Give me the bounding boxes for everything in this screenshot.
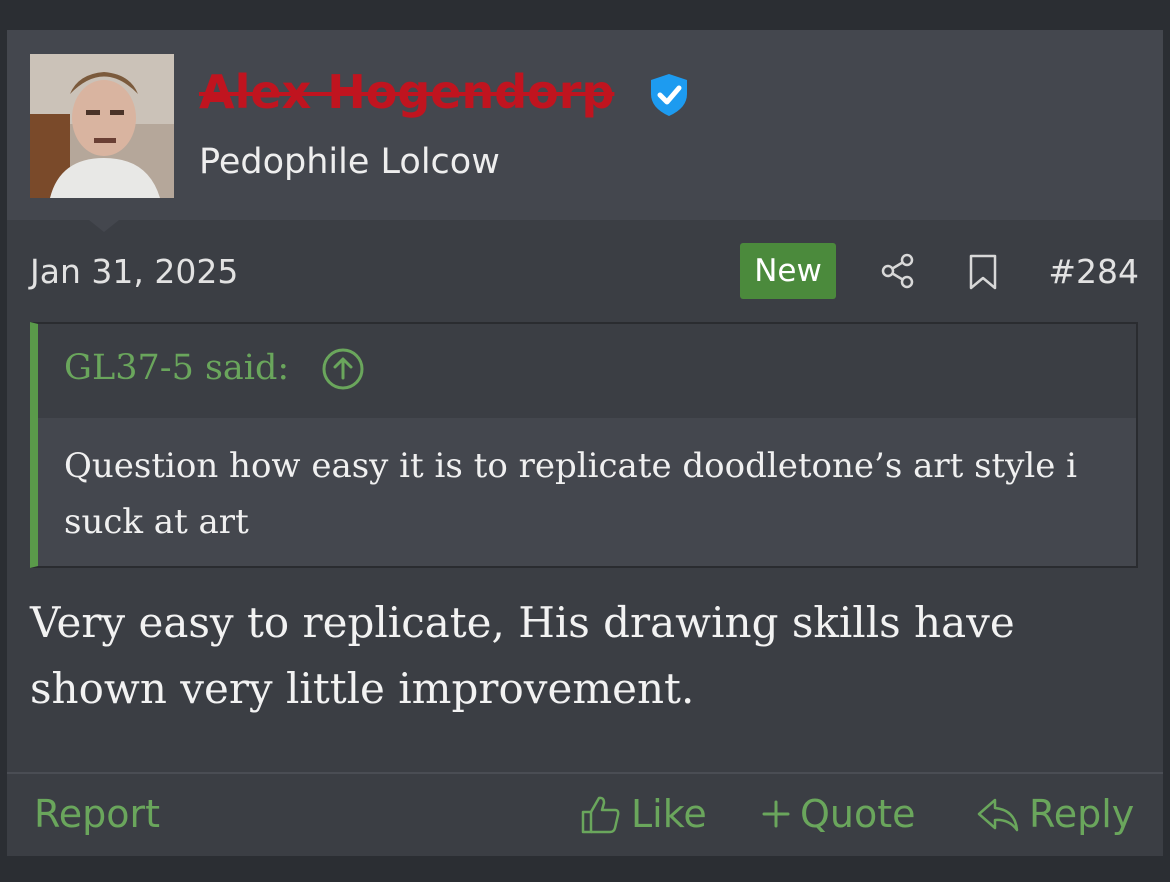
avatar[interactable] [30, 54, 174, 198]
share-icon[interactable] [879, 252, 917, 290]
quote-label: Quote [800, 792, 916, 836]
quote-jump-icon[interactable] [320, 346, 366, 392]
quote-plus-icon [762, 800, 790, 828]
forum-post: Alex Hogendorp Pedophile Lolcow Jan 31, … [7, 30, 1163, 856]
report-button[interactable]: Report [34, 792, 160, 836]
reply-label: Reply [1029, 792, 1135, 836]
post-message: Very easy to replicate, His drawing skil… [30, 598, 1015, 713]
verified-icon [651, 74, 687, 116]
username-link[interactable]: Alex Hogendorp [199, 62, 614, 122]
like-button[interactable]: Like [579, 792, 707, 836]
post-date[interactable]: Jan 31, 2025 [30, 252, 238, 291]
like-icon [581, 796, 620, 834]
quote-body: Question how easy it is to replicate doo… [38, 418, 1136, 566]
post-actions: Report Like Quote Reply [7, 774, 1163, 856]
top-strip [0, 0, 1170, 30]
quote-button[interactable]: Quote [760, 792, 916, 836]
quote-header: GL37-5 said: [38, 324, 1136, 418]
quote-block: GL37-5 said: Question how easy it is to … [30, 322, 1138, 568]
reply-button[interactable]: Reply [975, 792, 1134, 836]
header-notch [89, 220, 119, 232]
new-badge: New [740, 243, 836, 299]
quote-text: Question how easy it is to replicate doo… [64, 446, 1078, 542]
quote-author-link[interactable]: GL37-5 said: [64, 348, 289, 388]
bookmark-icon[interactable] [967, 254, 999, 290]
reply-icon [977, 798, 1019, 832]
post-user-header: Alex Hogendorp Pedophile Lolcow [7, 30, 1163, 220]
post-number-link[interactable]: #284 [1048, 252, 1139, 291]
report-label: Report [34, 792, 160, 836]
user-title: Pedophile Lolcow [199, 142, 500, 182]
bottom-strip [0, 856, 1170, 882]
like-label: Like [631, 792, 707, 836]
